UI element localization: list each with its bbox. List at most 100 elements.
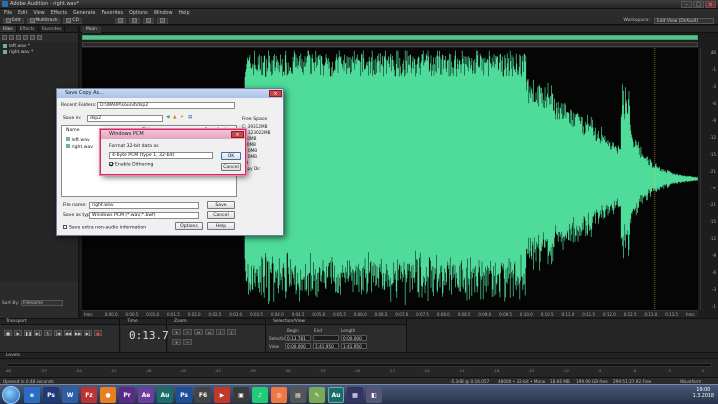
pcm-dialog-close-button[interactable]: × bbox=[231, 131, 244, 138]
sort-select[interactable]: Filename bbox=[21, 300, 64, 306]
new-folder-icon[interactable]: ✦ bbox=[180, 115, 184, 120]
dithering-checkbox[interactable]: Enable Dithering bbox=[109, 162, 153, 168]
list-item[interactable]: left.wav bbox=[66, 137, 90, 143]
selection-end-field[interactable] bbox=[313, 335, 339, 341]
menu-file[interactable]: File bbox=[4, 11, 12, 16]
zoom-out-h-button[interactable]: − bbox=[183, 329, 192, 335]
taskbar-app-icon[interactable]: ▦ bbox=[347, 387, 363, 403]
back-icon[interactable]: ◀ bbox=[166, 115, 170, 120]
zoom-in-h-button[interactable]: + bbox=[172, 329, 181, 335]
menu-effects[interactable]: Effects bbox=[51, 11, 67, 16]
menu-generate[interactable]: Generate bbox=[73, 11, 95, 16]
zoom-out-v-button[interactable]: − bbox=[183, 339, 192, 345]
up-folder-icon[interactable]: ▲ bbox=[173, 115, 177, 120]
view-length-field[interactable]: 1:41.950 bbox=[341, 343, 367, 349]
save-button[interactable]: Save bbox=[207, 201, 235, 209]
zoom-selection-button[interactable]: ▭ bbox=[205, 329, 214, 335]
close-button[interactable]: × bbox=[705, 1, 716, 8]
go-end-button[interactable]: ▶| bbox=[84, 330, 92, 336]
help-button[interactable]: Help bbox=[207, 222, 235, 230]
view-begin-field[interactable]: 0:00.000 bbox=[285, 343, 311, 349]
taskbar-app-icon[interactable]: e bbox=[24, 387, 40, 403]
workspace-select[interactable]: Edit View (Default) bbox=[654, 18, 714, 24]
minimize-button[interactable]: – bbox=[681, 1, 692, 8]
menu-help[interactable]: Help bbox=[179, 11, 190, 16]
loop-play-button[interactable]: ↻ bbox=[44, 330, 52, 336]
taskbar-app-icon[interactable]: Ps bbox=[43, 387, 59, 403]
overview-bar[interactable] bbox=[82, 35, 698, 40]
zoom-left-button[interactable]: ⟨ bbox=[216, 329, 225, 335]
taskbar-app-icon[interactable]: ✎ bbox=[309, 387, 325, 403]
extra-info-checkbox[interactable]: Save extra non-audio information bbox=[63, 225, 146, 231]
taskbar-app-icon[interactable]: Fz bbox=[81, 387, 97, 403]
options-button[interactable]: Options bbox=[175, 222, 203, 230]
cd-view-button[interactable]: CD bbox=[63, 17, 82, 24]
zoom-full-button[interactable]: ↔ bbox=[194, 329, 203, 335]
taskbar-app-icon[interactable]: W bbox=[62, 387, 78, 403]
edit-file-icon[interactable] bbox=[16, 35, 21, 40]
menu-options[interactable]: Options bbox=[129, 11, 148, 16]
save-type-select[interactable]: Windows PCM (*.wav;*.bwf) bbox=[89, 212, 199, 219]
ok-button[interactable]: OK bbox=[221, 152, 241, 160]
taskbar-app-icon[interactable]: Pr bbox=[119, 387, 135, 403]
play-to-end-button[interactable]: ▶| bbox=[34, 330, 42, 336]
forward-button[interactable]: ▶▶ bbox=[74, 330, 82, 336]
taskbar-app-icon[interactable]: Au bbox=[157, 387, 173, 403]
list-item[interactable]: right.wav * bbox=[3, 49, 75, 55]
taskbar-app-icon[interactable]: ▶ bbox=[214, 387, 230, 403]
pause-button[interactable]: ❚❚ bbox=[24, 330, 32, 336]
taskbar-app-icon[interactable]: Au bbox=[328, 387, 344, 403]
save-dialog-close-button[interactable]: × bbox=[269, 90, 282, 97]
menu-window[interactable]: Window bbox=[154, 11, 173, 16]
play-button[interactable]: ▶ bbox=[14, 330, 22, 336]
save-in-select[interactable]: dsp2 bbox=[87, 115, 163, 122]
play-file-icon[interactable] bbox=[23, 35, 28, 40]
taskbar-app-icon[interactable]: ● bbox=[100, 387, 116, 403]
tab-favorites[interactable]: Favorites bbox=[39, 26, 66, 32]
edit-view-button[interactable]: Edit bbox=[3, 17, 24, 24]
multitrack-view-button[interactable]: Multitrack bbox=[26, 17, 61, 24]
import-icon[interactable] bbox=[2, 35, 7, 40]
time-ruler[interactable]: hms 0:00.0 0:00.5 0:01.0 0:01.5 0:02.0 0:02.5 0… bbox=[82, 310, 698, 317]
taskbar-app-icon[interactable]: F6 bbox=[195, 387, 211, 403]
col-name[interactable]: Name bbox=[66, 128, 80, 133]
view-menu-icon[interactable]: ▤ bbox=[188, 115, 192, 120]
tool-select-button[interactable] bbox=[142, 17, 154, 24]
zoom-in-v-button[interactable]: + bbox=[172, 339, 181, 345]
view-end-field[interactable]: 1:41.950 bbox=[313, 343, 339, 349]
menu-edit[interactable]: Edit bbox=[18, 11, 27, 16]
menu-favorites[interactable]: Favorites bbox=[101, 11, 123, 16]
taskbar-app-icon[interactable]: ◧ bbox=[366, 387, 382, 403]
horizontal-scrollbar[interactable] bbox=[82, 42, 698, 47]
go-start-button[interactable]: |◀ bbox=[54, 330, 62, 336]
pcm-cancel-button[interactable]: Cancel bbox=[221, 163, 241, 171]
tab-main[interactable]: Main bbox=[82, 26, 101, 33]
taskbar-app-icon[interactable]: ♪ bbox=[252, 387, 268, 403]
zoom-right-button[interactable]: ⟩ bbox=[227, 329, 236, 335]
file-name-input[interactable]: right.wav bbox=[89, 202, 199, 209]
taskbar-app-icon[interactable]: ◎ bbox=[271, 387, 287, 403]
taskbar-app-icon[interactable]: ▣ bbox=[233, 387, 249, 403]
recent-folders-select[interactable]: D:\WARP\sound\dsp2 bbox=[97, 102, 235, 109]
list-item[interactable]: right.wav bbox=[66, 144, 93, 150]
record-button[interactable]: ● bbox=[94, 330, 102, 336]
format-select[interactable]: 4-byte PCM (type 1, 32-bit) bbox=[109, 152, 213, 159]
taskbar-app-icon[interactable]: Ps bbox=[176, 387, 192, 403]
clock[interactable]: 19:00 1.3.2018 bbox=[693, 388, 714, 400]
tool-spectral-button[interactable] bbox=[128, 17, 140, 24]
autoplay-icon[interactable] bbox=[37, 35, 42, 40]
cancel-button[interactable]: Cancel bbox=[207, 211, 235, 219]
start-button[interactable] bbox=[2, 386, 20, 404]
loop-icon[interactable] bbox=[30, 35, 35, 40]
stop-button[interactable]: ■ bbox=[4, 330, 12, 336]
taskbar-app-icon[interactable]: ▤ bbox=[290, 387, 306, 403]
selection-begin-field[interactable]: 0:13.781 bbox=[285, 335, 311, 341]
tool-hand-button[interactable] bbox=[156, 17, 168, 24]
tab-files[interactable]: Files bbox=[0, 26, 17, 32]
close-file-icon[interactable] bbox=[9, 35, 14, 40]
maximize-button[interactable]: □ bbox=[693, 1, 704, 8]
rewind-button[interactable]: ◀◀ bbox=[64, 330, 72, 336]
tab-effects[interactable]: Effects bbox=[17, 26, 39, 32]
menu-view[interactable]: View bbox=[33, 11, 44, 16]
tool-waveform-button[interactable] bbox=[114, 17, 126, 24]
